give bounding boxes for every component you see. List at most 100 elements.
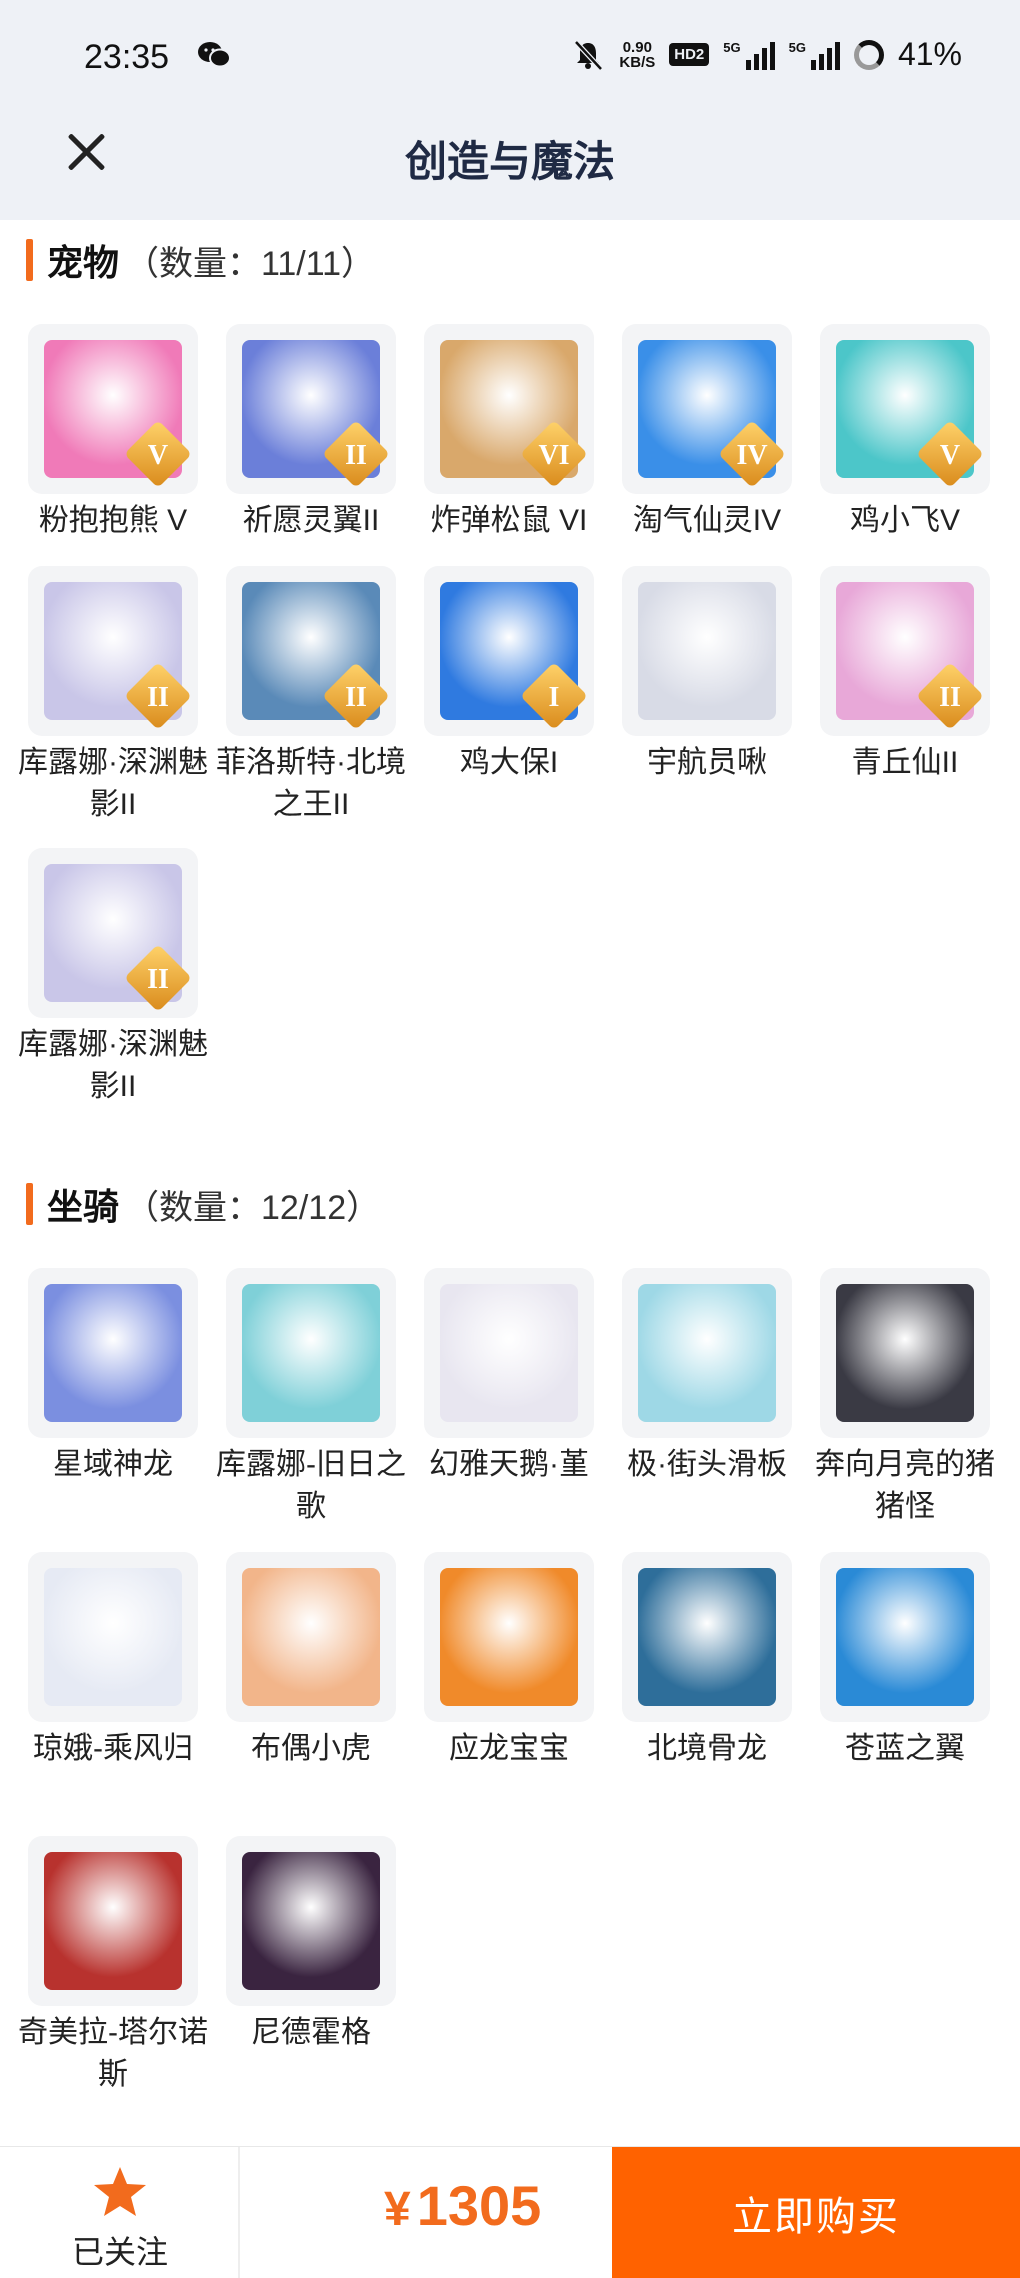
mounts-header: 坐骑 （数量：12/12） (26, 1182, 381, 1227)
item-name: 星域神龙 (53, 1448, 173, 1481)
pet-item[interactable]: VI 炸弹松鼠 VI (422, 324, 596, 542)
pet-thumbnail: II (820, 566, 990, 736)
item-artwork (440, 1284, 578, 1422)
pet-thumbnail: II (28, 566, 198, 736)
mount-item[interactable]: 布偶小虎 (224, 1552, 398, 1770)
tier-numeral: II (345, 682, 367, 713)
tier-numeral: V (147, 440, 169, 471)
pet-thumbnail: II (226, 324, 396, 494)
mount-item[interactable]: 奇美拉-塔尔诺斯 (18, 1836, 208, 2096)
tier-numeral: II (939, 682, 961, 713)
tier-numeral: II (147, 964, 169, 995)
mount-item[interactable]: 星域神龙 (26, 1268, 200, 1486)
follow-button[interactable]: 已关注 (0, 2147, 240, 2278)
mount-item[interactable]: 苍蓝之翼 (818, 1552, 992, 1770)
mount-item[interactable]: 幻雅天鹅·堇 (422, 1268, 596, 1486)
buy-now-button[interactable]: 立即购买 (612, 2147, 1020, 2278)
item-artwork (44, 1568, 182, 1706)
mount-item[interactable]: 尼德霍格 (224, 1836, 398, 2054)
pet-thumbnail: V (820, 324, 990, 494)
mount-item[interactable]: 应龙宝宝 (422, 1552, 596, 1770)
pet-item[interactable]: IV 淘气仙灵IV (620, 324, 794, 542)
item-artwork (836, 1284, 974, 1422)
nav-bar: 创造与魔法 (0, 118, 1020, 220)
net-speed-unit: KB/S (619, 53, 656, 71)
item-name: 库露娜-旧日之歌 (216, 1448, 406, 1523)
pet-thumbnail: II (226, 566, 396, 736)
item-name: 苍蓝之翼 (845, 1732, 965, 1765)
status-right: 0.90 KB/S HD2 5G 5G 41% (571, 36, 962, 73)
pet-thumbnail: V (28, 324, 198, 494)
mount-thumbnail (28, 1268, 198, 1438)
net-speed: 0.90 KB/S (619, 40, 655, 70)
net-speed-value: 0.90 (622, 38, 652, 56)
sim2-label: 5G (788, 39, 806, 55)
wechat-icon (198, 42, 231, 68)
item-name: 极·街头滑板 (627, 1448, 787, 1481)
item-artwork (638, 1568, 776, 1706)
item-name: 奇美拉-塔尔诺斯 (18, 2016, 208, 2091)
item-name: 鸡大保I (459, 746, 559, 779)
item-name: 粉抱抱熊 V (38, 504, 188, 537)
item-name: 库露娜·深渊魅影II (18, 746, 208, 821)
mount-item[interactable]: 琼娥-乘风归 (26, 1552, 200, 1770)
signal-2-icon: 5G (789, 40, 840, 70)
item-name: 应龙宝宝 (449, 1732, 569, 1765)
battery-level: 41% (897, 36, 962, 72)
tier-numeral: V (939, 440, 961, 471)
pet-item[interactable]: 宇航员啾 (620, 566, 794, 784)
pet-thumbnail: VI (424, 324, 594, 494)
item-artwork (242, 1284, 380, 1422)
pet-item[interactable]: II 库露娜·深渊魅影II (18, 566, 208, 826)
mount-thumbnail (820, 1552, 990, 1722)
item-artwork (242, 1852, 380, 1990)
pet-thumbnail: IV (622, 324, 792, 494)
section-marker (26, 1183, 33, 1225)
pet-item[interactable]: V 鸡小飞V (818, 324, 992, 542)
tier-numeral: I (548, 682, 560, 713)
item-name: 库露娜·深渊魅影II (18, 1028, 208, 1103)
mount-thumbnail (28, 1836, 198, 2006)
item-name: 北境骨龙 (647, 1732, 767, 1765)
mount-thumbnail (226, 1836, 396, 2006)
item-artwork (242, 1568, 380, 1706)
item-artwork (44, 1852, 182, 1990)
item-name: 菲洛斯特·北境之王II (216, 746, 406, 821)
mount-item[interactable]: 奔向月亮的猪猪怪 (815, 1268, 995, 1528)
mount-item[interactable]: 北境骨龙 (620, 1552, 794, 1770)
mount-thumbnail (622, 1268, 792, 1438)
mounts-count: （数量：12/12） (125, 1188, 381, 1227)
pets-header: 宠物 （数量：11/11） (26, 238, 375, 283)
item-name: 青丘仙II (851, 746, 959, 779)
mount-item[interactable]: 极·街头滑板 (620, 1268, 794, 1486)
item-name: 炸弹松鼠 VI (430, 504, 588, 537)
mount-thumbnail (28, 1552, 198, 1722)
pet-item[interactable]: II 库露娜·深渊魅影II (18, 848, 208, 1108)
item-name: 宇航员啾 (647, 746, 767, 779)
item-name: 琼娥-乘风归 (33, 1732, 193, 1765)
bottom-bar: 已关注 ¥1305 立即购买 (0, 2146, 1020, 2278)
pet-item[interactable]: II 青丘仙II (818, 566, 992, 784)
price-value: 1305 (416, 2174, 542, 2237)
mount-thumbnail (622, 1552, 792, 1722)
item-name: 祈愿灵翼II (242, 504, 380, 537)
mount-thumbnail (424, 1552, 594, 1722)
follow-label: 已关注 (71, 2234, 168, 2270)
pet-item[interactable]: I 鸡大保I (422, 566, 596, 784)
mount-thumbnail (226, 1552, 396, 1722)
mounts-title: 坐骑 (47, 1186, 120, 1227)
pet-thumbnail: II (28, 848, 198, 1018)
tier-numeral: VI (538, 440, 570, 471)
tier-numeral: IV (736, 440, 768, 471)
pet-item[interactable]: II 祈愿灵翼II (224, 324, 398, 542)
pets-title: 宠物 (47, 242, 120, 283)
pet-item[interactable]: V 粉抱抱熊 V (26, 324, 200, 542)
tier-numeral: II (345, 440, 367, 471)
mount-thumbnail (424, 1268, 594, 1438)
mount-item[interactable]: 库露娜-旧日之歌 (216, 1268, 406, 1528)
mounts-section: 坐骑 （数量：12/12） 星域神龙 库露娜-旧日之歌 幻雅天鹅·堇 极·街头滑板 奔向… (0, 1164, 1020, 2124)
mount-thumbnail (226, 1268, 396, 1438)
pet-item[interactable]: II 菲洛斯特·北境之王II (216, 566, 406, 826)
pet-thumbnail (622, 566, 792, 736)
currency-symbol: ¥ (384, 2183, 411, 2236)
